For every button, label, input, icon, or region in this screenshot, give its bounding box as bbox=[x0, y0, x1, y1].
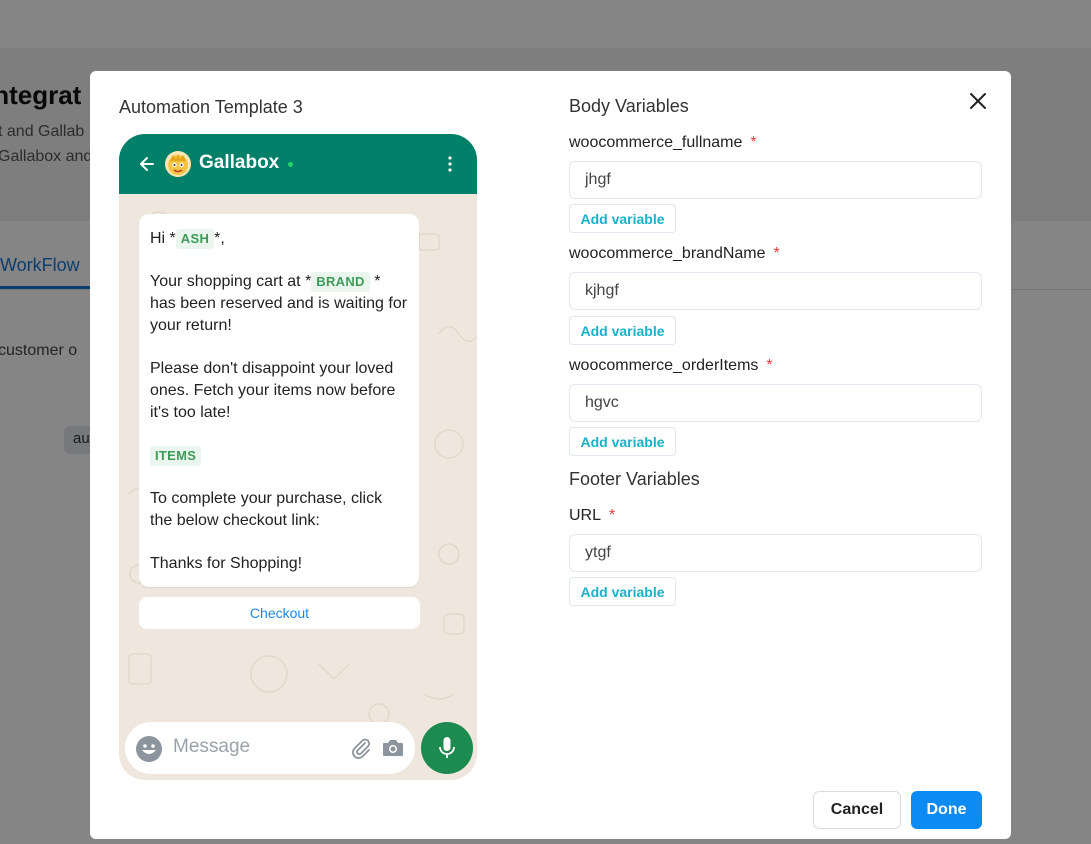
fullname-label-text: woocommerce_fullname bbox=[569, 134, 743, 151]
attach-icon[interactable] bbox=[350, 737, 372, 759]
message-input-bar[interactable]: Message bbox=[125, 722, 415, 774]
brandname-label-text: woocommerce_brandName bbox=[569, 245, 766, 262]
required-mark: * bbox=[609, 507, 616, 524]
variable-brand-tag: BRAND bbox=[311, 272, 370, 292]
done-button[interactable]: Done bbox=[911, 791, 982, 829]
contact-avatar bbox=[165, 151, 191, 177]
required-mark: * bbox=[766, 357, 773, 374]
body-variables-title: Body Variables bbox=[569, 96, 689, 116]
orderitems-input[interactable] bbox=[569, 384, 982, 422]
cart-suffix: * bbox=[374, 273, 381, 290]
add-variable-button[interactable]: Add variable bbox=[569, 204, 676, 233]
checkout-button[interactable]: Checkout bbox=[139, 597, 420, 629]
cart-prefix: Your shopping cart at * bbox=[150, 273, 312, 290]
fullname-label: woocommerce_fullname * bbox=[569, 134, 757, 152]
add-variable-button[interactable]: Add variable bbox=[569, 577, 676, 606]
back-arrow-icon[interactable] bbox=[139, 153, 155, 175]
message-placeholder[interactable]: Message bbox=[173, 736, 250, 758]
greeting-prefix: Hi * bbox=[150, 230, 176, 247]
variable-items-tag: ITEMS bbox=[150, 446, 202, 466]
variable-name-tag: ASH bbox=[175, 229, 215, 249]
emoji-icon[interactable] bbox=[135, 735, 163, 763]
greeting-suffix: *, bbox=[214, 230, 225, 247]
modal-title: Automation Template 3 bbox=[119, 97, 303, 117]
url-label: URL * bbox=[569, 507, 615, 525]
more-vertical-icon[interactable] bbox=[447, 154, 453, 174]
footer-variables-title: Footer Variables bbox=[569, 469, 700, 489]
camera-icon[interactable] bbox=[381, 737, 405, 759]
close-icon[interactable] bbox=[966, 89, 990, 113]
greeting-line: Hi * ASH *, bbox=[150, 228, 408, 250]
microphone-button[interactable] bbox=[421, 722, 473, 774]
required-mark: * bbox=[773, 245, 780, 262]
orderitems-label-text: woocommerce_orderItems bbox=[569, 357, 759, 374]
brandname-label: woocommerce_brandName * bbox=[569, 245, 780, 263]
cart-text: Your shopping cart at * BRAND * has been … bbox=[150, 271, 408, 337]
online-dot-icon bbox=[288, 162, 293, 167]
url-input[interactable] bbox=[569, 534, 982, 572]
required-mark: * bbox=[750, 134, 757, 151]
template-modal: Automation Template 3 Gallabox Hi * ASH … bbox=[90, 71, 1011, 839]
thanks-text: Thanks for Shopping! bbox=[150, 555, 303, 572]
orderitems-label: woocommerce_orderItems * bbox=[569, 357, 773, 375]
whatsapp-preview: Gallabox Hi * ASH *, Your shopping cart at… bbox=[119, 134, 477, 780]
complete-text: To complete your purchase, click the bel… bbox=[150, 490, 383, 529]
brandname-input[interactable] bbox=[569, 272, 982, 310]
chat-header: Gallabox bbox=[119, 134, 477, 194]
contact-name: Gallabox bbox=[199, 152, 280, 173]
add-variable-button[interactable]: Add variable bbox=[569, 316, 676, 345]
url-label-text: URL bbox=[569, 507, 602, 524]
items-line: ITEMS bbox=[150, 445, 408, 467]
fullname-input[interactable] bbox=[569, 161, 982, 199]
add-variable-button[interactable]: Add variable bbox=[569, 427, 676, 456]
microphone-icon bbox=[439, 737, 455, 758]
message-bubble: Hi * ASH *, Your shopping cart at * BRAND *… bbox=[139, 214, 419, 587]
please-text: Please don't disappoint your loved ones.… bbox=[150, 360, 396, 421]
cancel-button[interactable]: Cancel bbox=[813, 791, 901, 829]
cart-rest: has been reserved and is waiting for you… bbox=[150, 295, 408, 334]
